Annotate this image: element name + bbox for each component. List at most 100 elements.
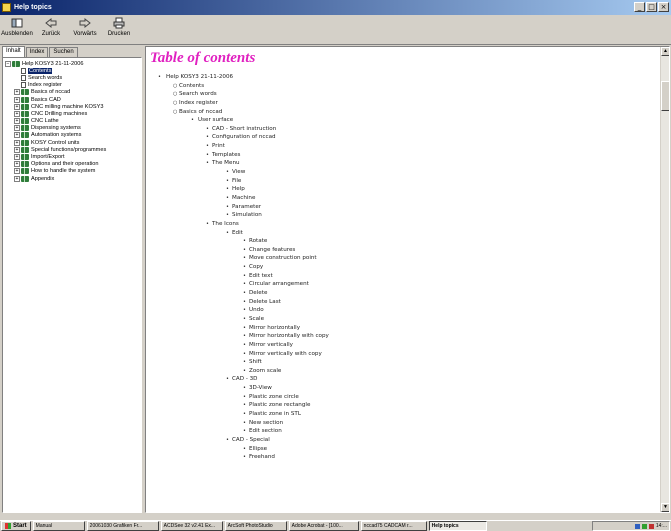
toc-item[interactable]: ○ Index register bbox=[146, 99, 661, 108]
toc-item[interactable]: • Rotate bbox=[146, 237, 661, 246]
toc-item-label[interactable]: CAD - Special bbox=[232, 436, 270, 445]
expand-icon[interactable]: + bbox=[14, 103, 20, 110]
tree-item[interactable]: + Appendix bbox=[5, 175, 141, 182]
tab-contents[interactable]: Inhalt bbox=[2, 46, 25, 57]
toc-item-label[interactable]: Mirror vertically with copy bbox=[249, 350, 322, 359]
toc-item[interactable]: • Circular arrangement bbox=[146, 280, 661, 289]
toc-item[interactable]: • Help KOSY3 21-11-2006 bbox=[146, 73, 661, 82]
toc-item-label[interactable]: New section bbox=[249, 419, 283, 428]
tree-item[interactable]: + Import/Export bbox=[5, 153, 141, 161]
toc-item-label[interactable]: Rotate bbox=[249, 237, 267, 246]
toc-item-label[interactable]: Help bbox=[232, 185, 245, 194]
tree-item[interactable]: + Special functions/programmes bbox=[5, 146, 141, 153]
toc-item-label[interactable]: Mirror horizontally bbox=[249, 324, 300, 333]
toc-item[interactable]: • Help bbox=[146, 185, 661, 194]
toc-item[interactable]: • Ellipse bbox=[146, 445, 661, 454]
taskbar-button[interactable]: 20061030 Grafiken Fr... bbox=[86, 521, 159, 531]
toc-item[interactable]: • Scale bbox=[146, 315, 661, 324]
toc-item[interactable]: • The Icons bbox=[146, 220, 661, 229]
expand-icon[interactable]: + bbox=[14, 110, 20, 117]
toc-item[interactable]: • CAD - 3D bbox=[146, 375, 661, 384]
expand-icon[interactable]: + bbox=[14, 146, 20, 153]
vertical-scrollbar[interactable]: ▲ ▼ bbox=[660, 47, 669, 512]
toc-item-label[interactable]: The Icons bbox=[212, 220, 239, 229]
tree-root[interactable]: − Help KOSY3 21-11-2006 bbox=[5, 60, 141, 67]
tree-item[interactable]: Search words bbox=[5, 74, 141, 81]
tree-item[interactable]: + How to handle the system bbox=[5, 168, 141, 175]
toc-item[interactable]: • 3D-View bbox=[146, 384, 661, 393]
tray-icon[interactable] bbox=[634, 523, 640, 529]
print-button[interactable]: Drucken bbox=[104, 15, 134, 37]
tab-search[interactable]: Suchen bbox=[49, 47, 78, 57]
toc-item[interactable]: • Mirror horizontally with copy bbox=[146, 332, 661, 341]
toc-item-label[interactable]: Ellipse bbox=[249, 445, 267, 454]
scroll-thumb[interactable] bbox=[661, 81, 669, 111]
toc-item-label[interactable]: Edit text bbox=[249, 272, 273, 281]
toc-item-label[interactable]: Help KOSY3 21-11-2006 bbox=[166, 73, 233, 82]
taskbar-button[interactable]: Adobe Acrobat - [100... bbox=[288, 521, 359, 531]
toc-item-label[interactable]: CAD - Short instruction bbox=[212, 125, 276, 134]
back-button[interactable]: Zurück bbox=[36, 15, 66, 37]
tree-item[interactable]: + CNC Drilling machines bbox=[5, 110, 141, 117]
toc-item-label[interactable]: Plastic zone circle bbox=[249, 393, 299, 402]
toc-item-label[interactable]: The Menu bbox=[212, 159, 240, 168]
toc-item[interactable]: • File bbox=[146, 177, 661, 186]
toc-item-label[interactable]: Print bbox=[212, 142, 225, 151]
toc-item-label[interactable]: Scale bbox=[249, 315, 264, 324]
toc-item-label[interactable]: User surface bbox=[198, 116, 233, 125]
toc-item-label[interactable]: Simulation bbox=[232, 211, 262, 220]
taskbar-button[interactable]: ArcSoft PhotoStudio bbox=[224, 521, 287, 531]
toc-item[interactable]: ○ Search words bbox=[146, 90, 661, 99]
toc-item[interactable]: • New section bbox=[146, 419, 661, 428]
toc-item[interactable]: • Parameter bbox=[146, 203, 661, 212]
toc-item[interactable]: ○ Basics of nccad bbox=[146, 108, 661, 117]
toc-item[interactable]: • Plastic zone in STL bbox=[146, 410, 661, 419]
taskbar-button[interactable]: ACDSee 32 v2.41 Ex... bbox=[160, 521, 223, 531]
toc-item[interactable]: • Edit text bbox=[146, 272, 661, 281]
expand-icon[interactable]: + bbox=[14, 175, 20, 182]
toc-item[interactable]: • Zoom scale bbox=[146, 367, 661, 376]
toc-item[interactable]: • Shift bbox=[146, 358, 661, 367]
toc-item-label[interactable]: Templates bbox=[212, 151, 240, 160]
toc-item-label[interactable]: Change features bbox=[249, 246, 295, 255]
toc-item[interactable]: • Freehand bbox=[146, 453, 661, 462]
expand-icon[interactable]: + bbox=[14, 89, 20, 96]
toc-item-label[interactable]: Zoom scale bbox=[249, 367, 281, 376]
expand-icon[interactable]: + bbox=[14, 132, 20, 139]
toc-item[interactable]: • The Menu bbox=[146, 159, 661, 168]
tree-item[interactable]: + Automation systems bbox=[5, 132, 141, 139]
expand-icon[interactable]: + bbox=[14, 125, 20, 132]
toc-item-label[interactable]: Mirror vertically bbox=[249, 341, 293, 350]
tree-item[interactable]: + KOSY Control units bbox=[5, 139, 141, 146]
toc-item[interactable]: • Change features bbox=[146, 246, 661, 255]
toc-item-label[interactable]: Plastic zone rectangle bbox=[249, 401, 310, 410]
tree-item[interactable]: + Dispensing systems bbox=[5, 125, 141, 132]
toc-item[interactable]: • Plastic zone circle bbox=[146, 393, 661, 402]
toc-item-label[interactable]: Circular arrangement bbox=[249, 280, 309, 289]
toc-item-label[interactable]: CAD - 3D bbox=[232, 375, 257, 384]
toc-item-label[interactable]: Shift bbox=[249, 358, 262, 367]
toc-item-label[interactable]: Index register bbox=[179, 99, 218, 108]
toc-item[interactable]: • Configuration of nccad bbox=[146, 133, 661, 142]
toc-item[interactable]: • CAD - Short instruction bbox=[146, 125, 661, 134]
toc-item[interactable]: • Edit bbox=[146, 229, 661, 238]
maximize-button[interactable]: □ bbox=[646, 2, 657, 12]
toc-item-label[interactable]: Configuration of nccad bbox=[212, 133, 276, 142]
toc-item-label[interactable]: Plastic zone in STL bbox=[249, 410, 301, 419]
hide-button[interactable]: Ausblenden bbox=[1, 15, 33, 37]
toc-item[interactable]: • Move construction point bbox=[146, 254, 661, 263]
toc-item[interactable]: • Simulation bbox=[146, 211, 661, 220]
toc-item-label[interactable]: Edit bbox=[232, 229, 243, 238]
toc-item-label[interactable]: Search words bbox=[179, 90, 217, 99]
scroll-up-icon[interactable]: ▲ bbox=[661, 47, 669, 56]
toc-item-label[interactable]: Parameter bbox=[232, 203, 261, 212]
toc-item[interactable]: • CAD - Special bbox=[146, 436, 661, 445]
toc-item-label[interactable]: Edit section bbox=[249, 427, 282, 436]
toc-item-label[interactable]: View bbox=[232, 168, 245, 177]
scroll-down-icon[interactable]: ▼ bbox=[661, 503, 669, 512]
toc-item[interactable]: • Edit section bbox=[146, 427, 661, 436]
expand-icon[interactable]: + bbox=[14, 139, 20, 146]
toc-item[interactable]: • Mirror vertically with copy bbox=[146, 350, 661, 359]
toc-item[interactable]: • User surface bbox=[146, 116, 661, 125]
toc-item[interactable]: • Plastic zone rectangle bbox=[146, 401, 661, 410]
